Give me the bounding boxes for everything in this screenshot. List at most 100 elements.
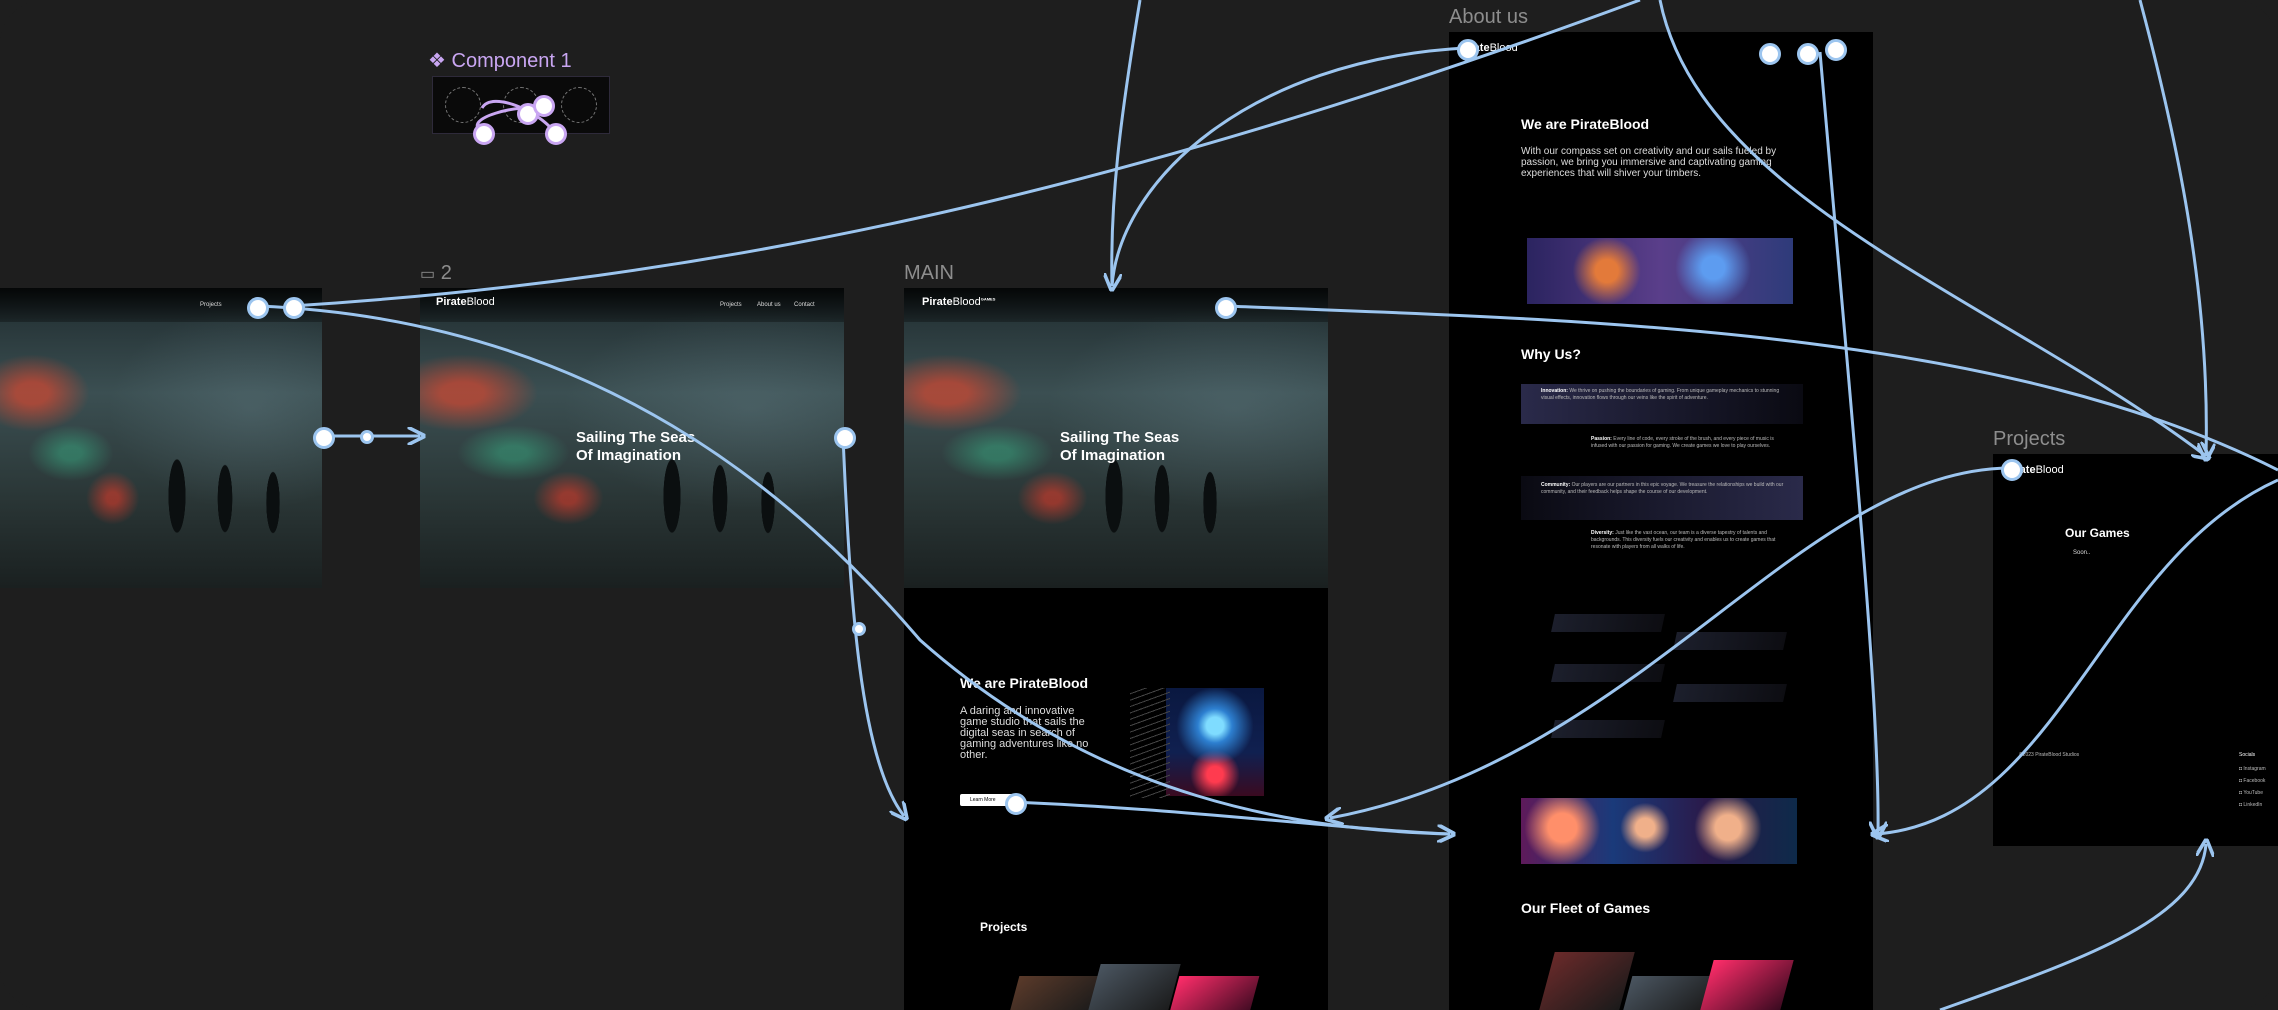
prototype-canvas[interactable]: ❖ Component 1 Projects ▭ 2 PirateBlood P… <box>0 0 2278 1010</box>
linkedin-icon: ◘ <box>2239 802 2243 808</box>
frame-about[interactable]: PirateBlood We are PirateBlood With our … <box>1449 32 1873 1010</box>
connector-handle[interactable] <box>1457 39 1479 61</box>
fleet-thumb[interactable] <box>1621 976 1713 1010</box>
nav-projects[interactable]: Projects <box>200 302 222 308</box>
connector <box>1939 844 2206 1010</box>
hero-title-line2: Of Imagination <box>576 447 681 464</box>
logo-regular: Blood <box>466 296 495 308</box>
fleet-heading: Our Fleet of Games <box>1521 900 1651 916</box>
frame-2-label[interactable]: ▭ 2 <box>420 262 452 285</box>
why-item-title: Diversity: <box>1591 530 1614 536</box>
project-thumb[interactable] <box>1087 964 1181 1010</box>
component-label-text: Component 1 <box>451 50 572 72</box>
facebook-icon: ◘ <box>2239 778 2243 784</box>
social-label: LinkedIn <box>2243 802 2263 808</box>
why-item-text: Innovation: We thrive on pushing the bou… <box>1541 388 1791 402</box>
frame-home-left[interactable]: Projects <box>0 288 322 588</box>
feature-card <box>1673 684 1787 702</box>
connector-handle[interactable] <box>1005 793 1027 815</box>
main-projects-heading: Projects <box>980 920 1028 934</box>
hero-title: Sailing The Seas Of Imagination <box>1060 429 1179 465</box>
variant-dot <box>445 87 481 123</box>
hero-title-line1: Sailing The Seas <box>576 429 696 446</box>
project-thumb[interactable] <box>1168 976 1260 1010</box>
component-label[interactable]: ❖ Component 1 <box>428 48 572 73</box>
connector <box>2138 0 2206 456</box>
why-item-text: Passion: Every line of code, every strok… <box>1591 436 1791 450</box>
logo-regular: Blood <box>1489 42 1518 54</box>
hero-title-line1: Sailing The Seas <box>1060 429 1180 446</box>
connector <box>291 0 1641 308</box>
frame-about-label[interactable]: About us <box>1449 6 1528 29</box>
logo-sup: GAMES <box>980 296 996 302</box>
projects-soon: Soon.. <box>2073 550 2091 556</box>
connector-handle[interactable] <box>283 297 305 319</box>
main-image <box>1166 688 1264 796</box>
component-icon: ❖ <box>428 50 446 72</box>
nav-contact[interactable]: Contact <box>794 302 815 308</box>
connector-handle[interactable] <box>247 297 269 319</box>
logo-regular: Blood <box>2035 464 2064 476</box>
social-link[interactable]: ◘ Instagram <box>2239 766 2266 773</box>
about-intro: With our compass set on creativity and o… <box>1521 146 1777 179</box>
variant-dot <box>561 87 597 123</box>
frame-icon: ▭ <box>420 266 436 283</box>
social-label: YouTube <box>2243 790 2263 796</box>
component-handle[interactable] <box>533 95 555 117</box>
component-handle[interactable] <box>545 123 567 145</box>
connector <box>1112 46 1466 286</box>
connector-handle[interactable] <box>834 427 856 449</box>
frame-2-label-text: 2 <box>440 262 452 284</box>
feature-card <box>1673 632 1787 650</box>
connector-handle[interactable] <box>1797 43 1819 65</box>
youtube-icon: ◘ <box>2239 790 2243 796</box>
why-item-body: Just like the vast ocean, our team is a … <box>1591 530 1776 550</box>
why-us-heading: Why Us? <box>1521 346 1581 362</box>
connector-handle[interactable] <box>2001 459 2023 481</box>
logo-bold: Pirate <box>436 296 467 308</box>
fleet-thumb[interactable] <box>1700 960 1794 1010</box>
connector-handle[interactable] <box>360 430 374 444</box>
socials-heading: Socials <box>2239 752 2256 758</box>
connector <box>1110 0 1142 287</box>
social-link[interactable]: ◘ LinkedIn <box>2239 802 2262 809</box>
about-we-are-heading: We are PirateBlood <box>1521 116 1650 132</box>
connector-handle[interactable] <box>313 427 335 449</box>
social-link[interactable]: ◘ Facebook <box>2239 778 2265 785</box>
connector-handle[interactable] <box>1825 39 1847 61</box>
nav-projects[interactable]: Projects <box>720 302 742 308</box>
social-label: Facebook <box>2243 778 2266 784</box>
logo[interactable]: PirateBlood <box>436 296 495 308</box>
social-label: Instagram <box>2243 766 2266 772</box>
social-link[interactable]: ◘ YouTube <box>2239 790 2263 797</box>
logo-regular: Blood <box>952 296 981 308</box>
logo[interactable]: PirateBloodGAMES <box>922 296 995 308</box>
why-item-title: Innovation: <box>1541 388 1568 394</box>
connector-handle[interactable] <box>852 622 866 636</box>
frame-main[interactable]: PirateBloodGAMES Sailing The Seas Of Ima… <box>904 288 1328 1010</box>
feature-card <box>1551 664 1665 682</box>
connector-handle[interactable] <box>1215 297 1237 319</box>
frame-2[interactable]: PirateBlood Projects About us Contact Sa… <box>420 288 844 588</box>
frame-projects-label[interactable]: Projects <box>1993 428 2065 451</box>
why-item-title: Passion: <box>1591 436 1612 442</box>
projects-copyright: ©2023 PirateBlood Studios <box>2019 752 2080 758</box>
why-item-body: We thrive on pushing the boundaries of g… <box>1541 388 1780 401</box>
frame-main-label[interactable]: MAIN <box>904 262 954 285</box>
component-handle[interactable] <box>473 123 495 145</box>
logo-bold: Pirate <box>922 296 953 308</box>
top-nav <box>0 288 322 322</box>
fleet-thumb[interactable] <box>1539 952 1635 1010</box>
instagram-icon: ◘ <box>2239 766 2243 772</box>
project-thumb[interactable] <box>1008 976 1100 1010</box>
why-item-body: Every line of code, every stroke of the … <box>1591 436 1774 449</box>
projects-our-games: Our Games <box>2065 526 2130 540</box>
why-item-text: Community: Our players are our partners … <box>1541 482 1791 496</box>
connector-handle[interactable] <box>1759 43 1781 65</box>
hero-image <box>0 288 322 588</box>
main-intro: A daring and innovative game studio that… <box>960 705 1089 761</box>
nav-aboutus[interactable]: About us <box>757 302 781 308</box>
feature-card <box>1551 614 1665 632</box>
main-image-lines <box>1130 688 1170 798</box>
frame-projects[interactable]: PirateBlood Our Games Soon.. ©2023 Pirat… <box>1993 454 2278 846</box>
